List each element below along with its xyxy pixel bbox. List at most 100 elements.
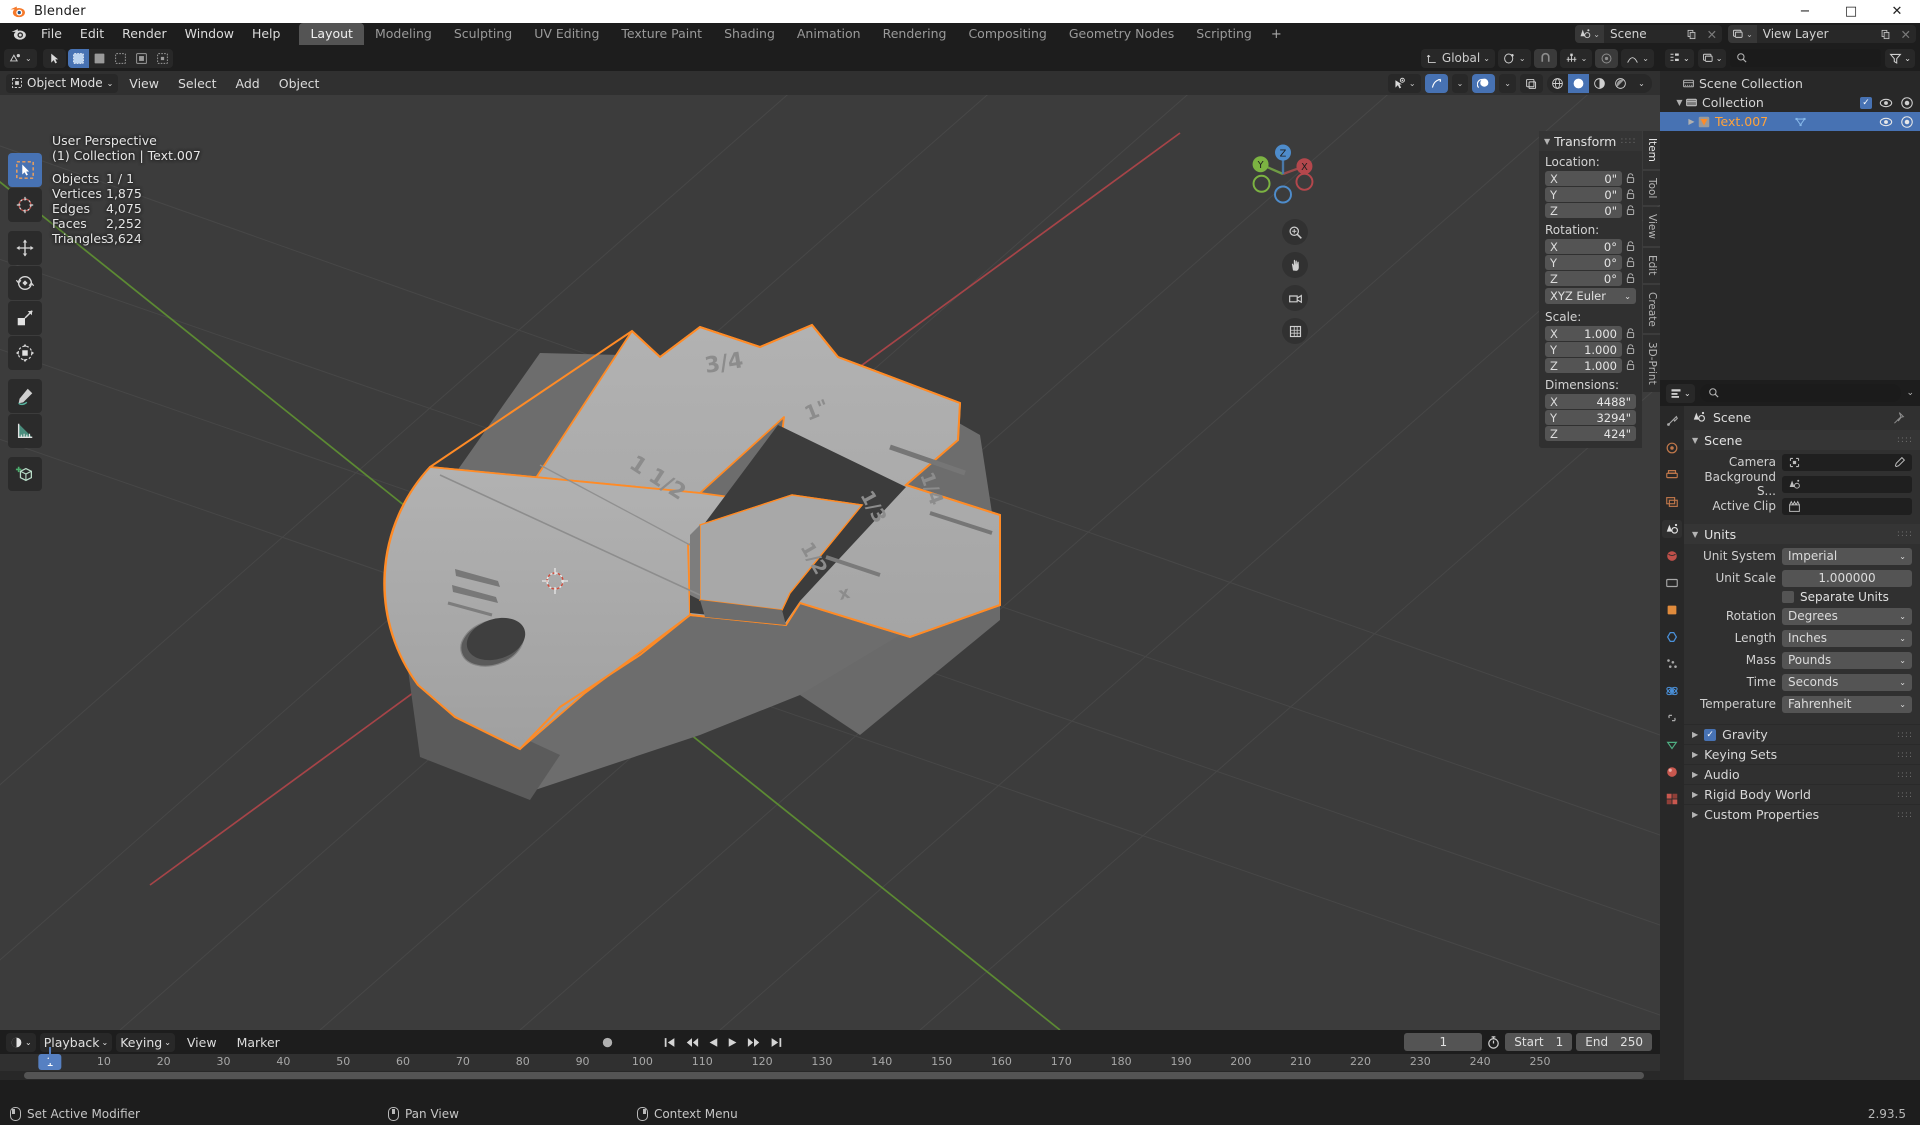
collection-checkbox[interactable]: ✓ [1860, 96, 1872, 109]
properties-editor-type-selector[interactable]: ⌄ [1666, 383, 1695, 403]
properties-tab-output[interactable] [1662, 466, 1682, 484]
blender-menu-icon[interactable] [8, 26, 28, 42]
lock-scale-x-icon[interactable] [1625, 327, 1636, 340]
menu-help[interactable]: Help [243, 24, 290, 44]
workspace-tab-layout[interactable]: Layout [299, 23, 364, 45]
background-scene-field[interactable] [1782, 475, 1912, 493]
transform-panel-header[interactable]: ▼ Transform :::: [1539, 131, 1642, 151]
annotate-tool-button[interactable] [8, 379, 42, 413]
gravity-panel-header[interactable]: ▶ ✓ Gravity :::: [1684, 724, 1920, 744]
workspace-tab-texture-paint[interactable]: Texture Paint [610, 23, 713, 45]
properties-options-chevron-down-icon[interactable]: ⌄ [1906, 388, 1914, 398]
lock-location-z-icon[interactable] [1625, 204, 1636, 217]
separate-units-row[interactable]: Separate Units [1782, 590, 1912, 604]
select-extend-mode-icon[interactable] [89, 49, 110, 68]
rotation-mode-dropdown[interactable]: XYZ Euler ⌄ [1545, 288, 1636, 304]
menu-render[interactable]: Render [113, 24, 176, 44]
delete-view-layer-icon[interactable]: ✕ [1896, 27, 1916, 42]
workspace-tab-sculpting[interactable]: Sculpting [443, 23, 523, 45]
select-subtract-mode-icon[interactable] [110, 49, 131, 68]
outliner-filter-button[interactable]: ⌄ [1885, 48, 1915, 68]
maximize-button[interactable]: □ [1828, 0, 1874, 23]
temperature-units-dropdown[interactable]: Fahrenheit ⌄ [1782, 695, 1912, 713]
pin-icon[interactable] [1892, 411, 1905, 424]
side-tab-view[interactable]: View [1643, 207, 1660, 247]
audio-panel-header[interactable]: ▶ Audio :::: [1684, 764, 1920, 784]
scene-panel-header[interactable]: ▼ Scene :::: [1684, 430, 1920, 450]
viewport-menu-select[interactable]: Select [170, 75, 225, 92]
properties-tab-particles[interactable] [1662, 655, 1682, 673]
rotation-y-field[interactable]: Y 0° [1545, 255, 1622, 270]
rotation-z-field[interactable]: Z 0° [1545, 271, 1622, 286]
properties-tab-object[interactable] [1662, 601, 1682, 619]
select-new-mode-icon[interactable] [67, 48, 89, 68]
scale-y-field[interactable]: Y 1.000 [1545, 342, 1622, 357]
unit-scale-field[interactable]: 1.000000 [1782, 569, 1912, 587]
properties-tab-render[interactable] [1662, 439, 1682, 457]
add-workspace-button[interactable]: + [1263, 24, 1290, 45]
properties-tab-world[interactable] [1662, 547, 1682, 565]
show-gizmo-toggle[interactable] [1424, 73, 1448, 93]
side-tab-item[interactable]: Item [1643, 131, 1660, 169]
measure-tool-button[interactable] [8, 414, 42, 448]
properties-search-input[interactable] [1699, 384, 1902, 402]
rotation-x-field[interactable]: X 0° [1545, 239, 1622, 254]
keying-sets-panel-header[interactable]: ▶ Keying Sets :::: [1684, 744, 1920, 764]
dimensions-y-field[interactable]: Y 3294" [1545, 410, 1636, 425]
side-tab-3d-print[interactable]: 3D-Print [1643, 335, 1660, 393]
outliner-display-mode-selector[interactable]: ⌄ [1697, 48, 1727, 68]
viewport-menu-object[interactable]: Object [271, 75, 328, 92]
units-panel-header[interactable]: ▼ Units :::: [1684, 524, 1920, 544]
expand-triangle-icon[interactable]: ▼ [1674, 98, 1685, 107]
custom-properties-panel-header[interactable]: ▶ Custom Properties :::: [1684, 804, 1920, 824]
jump-to-start-icon[interactable] [663, 1036, 677, 1049]
toggle-orthographic-icon[interactable] [1282, 318, 1308, 344]
snap-settings-selector[interactable]: ⌄ [1559, 48, 1593, 68]
close-button[interactable]: ✕ [1874, 0, 1920, 23]
delete-scene-icon[interactable]: ✕ [1702, 27, 1722, 42]
view-layer-selector[interactable]: ⌄ View Layer ✕ [1728, 25, 1916, 43]
properties-tab-modifier[interactable] [1662, 628, 1682, 646]
workspace-tab-animation[interactable]: Animation [786, 23, 872, 45]
navigation-gizmo[interactable]: Y Z X [1244, 135, 1322, 213]
active-clip-field[interactable] [1782, 497, 1912, 515]
side-tab-create[interactable]: Create [1643, 284, 1660, 334]
lock-scale-y-icon[interactable] [1625, 343, 1636, 356]
scale-z-field[interactable]: Z 1.000 [1545, 358, 1622, 373]
workspace-tab-shading[interactable]: Shading [713, 23, 786, 45]
camera-icon[interactable] [1900, 115, 1914, 129]
select-invert-mode-icon[interactable] [131, 49, 152, 68]
length-units-dropdown[interactable]: Inches ⌄ [1782, 629, 1912, 647]
use-preview-range-icon[interactable] [1486, 1035, 1501, 1050]
expand-triangle-icon[interactable]: ▶ [1686, 117, 1697, 126]
outliner-row-scene-collection[interactable]: Scene Collection [1660, 74, 1920, 93]
lock-location-y-icon[interactable] [1625, 188, 1636, 201]
move-tool-button[interactable] [8, 231, 42, 265]
timeline-menu-view[interactable]: View [179, 1034, 225, 1051]
camera-field[interactable] [1782, 453, 1912, 471]
outliner-editor-type-selector[interactable]: ⌄ [1665, 48, 1694, 68]
start-frame-field[interactable]: Start 1 [1505, 1033, 1573, 1051]
rotate-tool-button[interactable] [8, 266, 42, 300]
rendered-shading-icon[interactable] [1610, 74, 1631, 93]
new-view-layer-icon[interactable] [1875, 29, 1896, 40]
material-preview-shading-icon[interactable] [1589, 74, 1610, 93]
properties-tab-physics[interactable] [1662, 682, 1682, 700]
snap-magnet-toggle[interactable] [1533, 48, 1557, 68]
interaction-mode-selector[interactable]: Object Mode ⌄ [6, 73, 119, 93]
outliner-search-input[interactable] [1730, 49, 1882, 67]
camera-view-icon[interactable] [1282, 285, 1308, 311]
previous-keyframe-icon[interactable] [685, 1036, 699, 1049]
eye-icon[interactable] [1879, 115, 1893, 129]
scale-tool-button[interactable] [8, 301, 42, 335]
3d-viewport[interactable]: 3/4 1 1/2 1" 1/4 1/3 1/2 x User Perspect… [0, 95, 1660, 1030]
viewport-overlays-selector[interactable]: ⌄ [1387, 73, 1421, 93]
pivot-point-selector[interactable]: ⌄ [1497, 48, 1531, 68]
lock-location-x-icon[interactable] [1625, 172, 1636, 185]
workspace-tab-scripting[interactable]: Scripting [1185, 23, 1263, 45]
outliner-row-text007[interactable]: ▶ Text.007 [1660, 112, 1920, 131]
show-overlays-toggle[interactable] [1472, 73, 1496, 93]
menu-edit[interactable]: Edit [71, 24, 113, 44]
shading-options-selector[interactable]: ⌄ [1631, 74, 1652, 93]
overlays-settings-selector[interactable]: ⌄ [1499, 73, 1516, 93]
